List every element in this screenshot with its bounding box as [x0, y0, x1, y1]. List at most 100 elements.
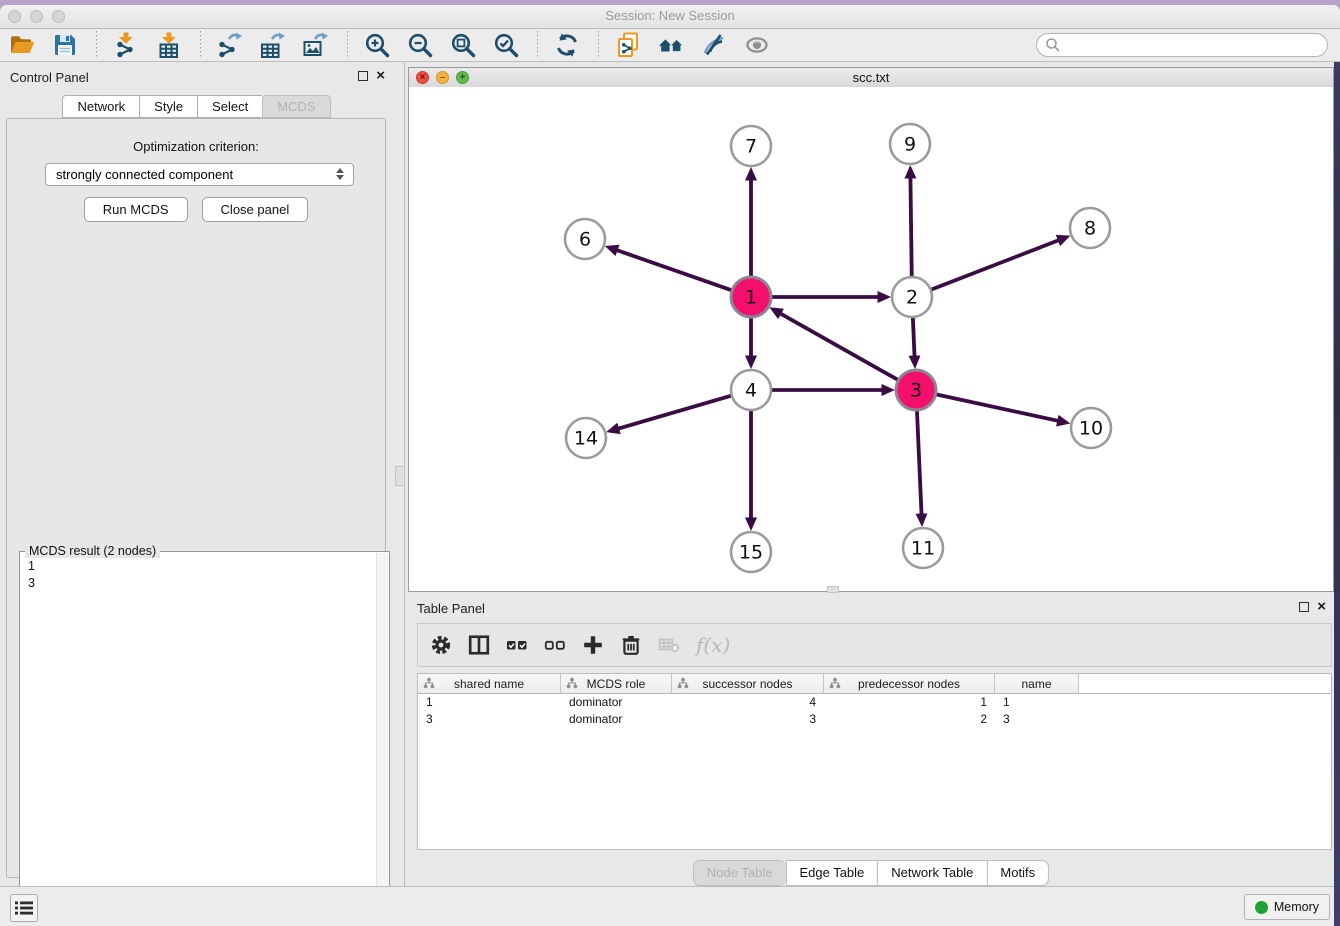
- graph-node-4[interactable]: 4: [731, 370, 771, 410]
- table-panel-float-button[interactable]: [1299, 602, 1309, 612]
- duplicate-network-icon[interactable]: [613, 30, 643, 60]
- search-input[interactable]: [1065, 37, 1327, 53]
- table-cell[interactable]: 2: [824, 711, 995, 728]
- graph-node-1[interactable]: 1: [731, 277, 771, 317]
- import-network-icon[interactable]: [111, 30, 141, 60]
- export-network-icon[interactable]: [215, 30, 245, 60]
- table-cell[interactable]: 4: [672, 694, 824, 711]
- zoom-fit-icon[interactable]: [448, 30, 478, 60]
- network-canvas[interactable]: 7 9 6 8 1 2 4 3 14 10 15 11: [409, 87, 1333, 591]
- home-icon[interactable]: [656, 30, 686, 60]
- column-header-shared-name[interactable]: shared name: [418, 674, 561, 693]
- table-panel-title: Table Panel: [417, 601, 485, 616]
- mcds-result-box: MCDS result (2 nodes) 13: [19, 551, 390, 926]
- delete-table-icon[interactable]: [656, 632, 682, 658]
- add-column-icon[interactable]: [580, 632, 606, 658]
- deselect-all-checkboxes-icon[interactable]: [542, 632, 568, 658]
- table-cell[interactable]: dominator: [561, 711, 672, 728]
- function-builder-icon[interactable]: f(x): [694, 632, 730, 658]
- svg-text:7: 7: [745, 136, 757, 158]
- tab-motifs[interactable]: Motifs: [986, 860, 1049, 886]
- table-cell[interactable]: 3: [672, 711, 824, 728]
- column-header-name[interactable]: name: [995, 674, 1079, 693]
- graph-edge-2-3[interactable]: [913, 314, 915, 358]
- table-cell[interactable]: 1: [995, 694, 1079, 711]
- graph-node-8[interactable]: 8: [1070, 208, 1110, 248]
- mcds-result-title: MCDS result (2 nodes): [25, 544, 160, 558]
- graph-node-9[interactable]: 9: [890, 124, 930, 164]
- column-header-mcds-role[interactable]: MCDS role: [561, 674, 672, 693]
- save-session-icon[interactable]: [50, 30, 80, 60]
- column-browser-icon[interactable]: [466, 632, 492, 658]
- refresh-layout-icon[interactable]: [552, 30, 582, 60]
- graph-edge-3-10[interactable]: [933, 394, 1060, 422]
- graph-node-3[interactable]: 3: [896, 370, 936, 410]
- graph-edge-2-9[interactable]: [910, 176, 911, 280]
- memory-button[interactable]: Memory: [1244, 894, 1330, 920]
- tab-node-table[interactable]: Node Table: [693, 860, 786, 886]
- graph-edge-1-6[interactable]: [615, 250, 735, 292]
- graph-node-6[interactable]: 6: [565, 219, 605, 259]
- table-cell[interactable]: 1: [824, 694, 995, 711]
- column-header-successor-nodes[interactable]: successor nodes: [672, 674, 824, 693]
- graph-node-11[interactable]: 11: [903, 528, 943, 568]
- tab-network-table[interactable]: Network Table: [877, 860, 986, 886]
- criterion-value: strongly connected component: [56, 167, 233, 182]
- control-panel-close-button[interactable]: ×: [376, 70, 385, 82]
- criterion-dropdown[interactable]: strongly connected component: [45, 163, 354, 186]
- show-details-icon[interactable]: [742, 30, 772, 60]
- tab-edge-table[interactable]: Edge Table: [785, 860, 877, 886]
- table-cell[interactable]: 1: [418, 694, 561, 711]
- table-toolbar: f(x): [417, 623, 1332, 667]
- zoom-out-icon[interactable]: [405, 30, 435, 60]
- run-mcds-button[interactable]: Run MCDS: [84, 197, 188, 222]
- table-row[interactable]: 3dominator323: [418, 711, 1331, 728]
- table-row[interactable]: 1dominator411: [418, 694, 1331, 711]
- desktop-wallpaper: [1334, 62, 1340, 926]
- column-header-predecessor-nodes[interactable]: predecessor nodes: [824, 674, 995, 693]
- table-cell[interactable]: dominator: [561, 694, 672, 711]
- close-panel-button[interactable]: Close panel: [202, 197, 309, 222]
- table-cell[interactable]: 3: [995, 711, 1079, 728]
- table-cell[interactable]: 3: [418, 711, 561, 728]
- import-table-icon[interactable]: [154, 30, 184, 60]
- svg-text:4: 4: [745, 380, 757, 402]
- open-session-icon[interactable]: [7, 30, 37, 60]
- main-toolbar-buttons: [7, 30, 785, 60]
- zoom-selected-icon[interactable]: [491, 30, 521, 60]
- graph-node-7[interactable]: 7: [731, 126, 771, 166]
- tasks-list-button[interactable]: [10, 894, 38, 922]
- delete-column-icon[interactable]: [618, 632, 644, 658]
- graph-node-2[interactable]: 2: [892, 277, 932, 317]
- zoom-in-icon[interactable]: [362, 30, 392, 60]
- graph-edge-2-8[interactable]: [928, 240, 1060, 291]
- panel-splitter-handle[interactable]: [395, 466, 405, 486]
- graph-edge-4-14[interactable]: [617, 395, 735, 429]
- tab-mcds[interactable]: MCDS: [262, 95, 330, 118]
- result-item: 1: [28, 558, 375, 575]
- table-splitter-handle[interactable]: [827, 586, 839, 593]
- select-all-checkboxes-icon[interactable]: [504, 632, 530, 658]
- graph-edge-3-11[interactable]: [917, 407, 922, 516]
- svg-text:11: 11: [911, 538, 935, 560]
- graph-node-10[interactable]: 10: [1071, 408, 1111, 448]
- graph-edge-3-1[interactable]: [779, 313, 901, 382]
- tab-style[interactable]: Style: [139, 95, 197, 118]
- export-table-icon[interactable]: [258, 30, 288, 60]
- node-table: shared nameMCDS rolesuccessor nodesprede…: [417, 673, 1332, 850]
- tab-select[interactable]: Select: [197, 95, 262, 118]
- search-box[interactable]: [1036, 33, 1328, 57]
- export-image-icon[interactable]: [301, 30, 331, 60]
- window-title: Session: New Session: [0, 8, 1340, 23]
- graph-node-14[interactable]: 14: [566, 418, 606, 458]
- hide-details-icon[interactable]: [699, 30, 729, 60]
- result-scrollbar[interactable]: [376, 553, 388, 926]
- tab-network[interactable]: Network: [62, 95, 139, 118]
- graph-node-15[interactable]: 15: [731, 532, 771, 572]
- table-panel-close-button[interactable]: ×: [1317, 601, 1326, 613]
- control-panel-float-button[interactable]: [358, 71, 368, 81]
- settings-gear-icon[interactable]: [428, 632, 454, 658]
- network-graph[interactable]: 7 9 6 8 1 2 4 3 14 10 15 11: [409, 87, 1333, 591]
- table-panel-tabs: Node TableEdge TableNetwork TableMotifs: [693, 860, 1049, 886]
- main-area: Control Panel × NetworkStyleSelectMCDS O…: [0, 62, 1340, 886]
